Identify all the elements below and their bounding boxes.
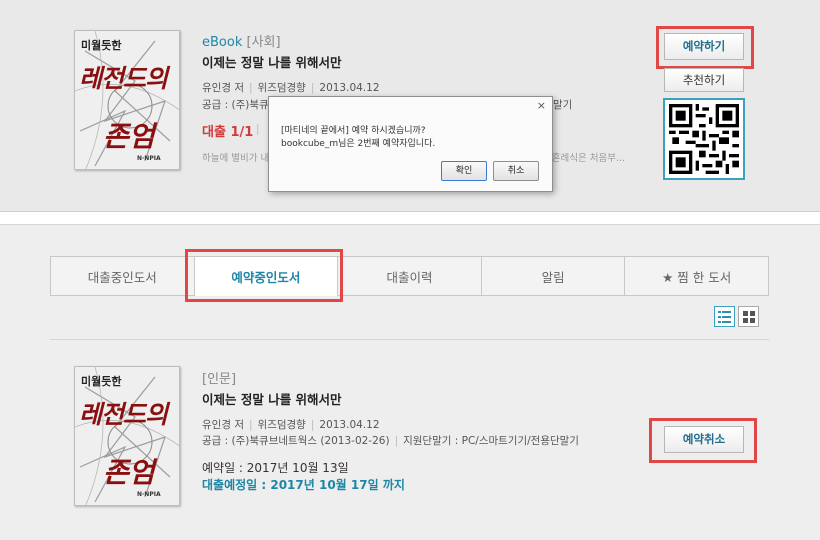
dialog-message-line1: [마티네의 끝에서] 예약 하시겠습니까? <box>281 126 426 136</box>
list-divider <box>50 339 769 340</box>
loan-status: 대출 1/1 <box>202 125 254 140</box>
tab-notifications[interactable]: 알림 <box>481 256 626 296</box>
author: 유인경 저 <box>202 82 244 94</box>
panel-gap <box>0 212 820 224</box>
cover-title-line2: 존엄 <box>103 120 155 153</box>
reserved-book-meta: 유인경 저 | 위즈덤경향 | 2013.04.12 <box>202 419 380 431</box>
supply-info-tail: 말기 <box>553 99 573 111</box>
supply: 공급 : (주)북큐브네트웍스 (2013-02-26) <box>202 435 390 447</box>
list-view-button[interactable] <box>714 306 735 327</box>
supported-devices: 지원단말기 : PC/스마트기기/전용단말기 <box>403 435 579 447</box>
library-tabs: 대출중인도서 예약중인도서 대출이력 알림 ★ 찜 한 도서 <box>50 256 769 296</box>
loan-divider: | <box>256 123 260 135</box>
supply-info: 공급 : (주)북큐 <box>202 99 269 111</box>
list-view-icon <box>718 310 731 323</box>
dialog-close-button[interactable]: × <box>537 99 546 112</box>
qr-code <box>663 98 745 180</box>
reserved-book-category: [인문] <box>202 368 236 387</box>
cover-title-line2: 존엄 <box>103 456 155 489</box>
book-desc-left: 하늘에 별비가 내 <box>202 153 270 164</box>
reserve-button[interactable]: 예약하기 <box>664 33 744 60</box>
pub-date: 2013.04.12 <box>319 419 380 431</box>
publisher: 위즈덤경향 <box>257 419 306 431</box>
book-category: eBook [사회] <box>202 31 281 50</box>
dialog-cancel-button[interactable]: 취소 <box>493 161 539 181</box>
cover-logo: N·NPIA <box>137 491 161 498</box>
reserved-book-cover[interactable]: 미월듯한 레전드의 존엄 N·NPIA <box>74 366 180 506</box>
ebook-label: eBook <box>202 35 243 50</box>
cover-publisher-mark: 미월듯한 <box>81 39 122 52</box>
cover-title-line1: 레전드의 <box>79 64 168 93</box>
dialog-ok-button[interactable]: 확인 <box>441 161 487 181</box>
cancel-reservation-button[interactable]: 예약취소 <box>664 426 744 453</box>
reserved-book-title[interactable]: 이제는 정말 나를 위해서만 <box>202 389 342 408</box>
tab-history[interactable]: 대출이력 <box>338 256 482 296</box>
reserve-confirm-dialog: × [마티네의 끝에서] 예약 하시겠습니까? bookcube_m님은 2번째… <box>268 96 553 192</box>
tab-reserved[interactable]: 예약중인도서 <box>194 256 339 296</box>
publisher: 위즈덤경향 <box>257 82 306 94</box>
cover-publisher-mark: 미월듯한 <box>81 375 122 388</box>
genre-label: [인문] <box>202 372 237 387</box>
dialog-message: [마티네의 끝에서] 예약 하시겠습니까? bookcube_m님은 2번째 예… <box>281 125 435 151</box>
pub-date: 2013.04.12 <box>319 82 380 94</box>
author: 유인경 저 <box>202 419 244 431</box>
book-title[interactable]: 이제는 정말 나를 위해서만 <box>202 52 342 71</box>
tab-wishlist[interactable]: ★ 찜 한 도서 <box>625 256 769 296</box>
expected-loan-date: 대출예정일 : 2017년 10월 17일 까지 <box>202 478 405 492</box>
cover-title-line1: 레전드의 <box>79 400 168 429</box>
reservation-date: 예약일 : 2017년 10월 13일 <box>202 461 349 475</box>
grid-view-button[interactable] <box>738 306 759 327</box>
qr-code-icon <box>669 104 739 174</box>
reserved-supply-info: 공급 : (주)북큐브네트웍스 (2013-02-26) | 지원단말기 : PC/… <box>202 435 579 447</box>
book-meta: 유인경 저 | 위즈덤경향 | 2013.04.12 <box>202 82 380 94</box>
tab-borrowed[interactable]: 대출중인도서 <box>50 256 195 296</box>
recommend-button[interactable]: 추천하기 <box>664 68 744 92</box>
cover-logo: N·NPIA <box>137 155 161 162</box>
genre-label: [사회] <box>246 35 281 50</box>
dialog-message-line2: bookcube_m님은 2번째 예약자입니다. <box>281 139 436 149</box>
grid-view-icon <box>742 310 755 323</box>
book-cover[interactable]: 미월듯한 레전드의 존엄 N·NPIA <box>74 30 180 170</box>
